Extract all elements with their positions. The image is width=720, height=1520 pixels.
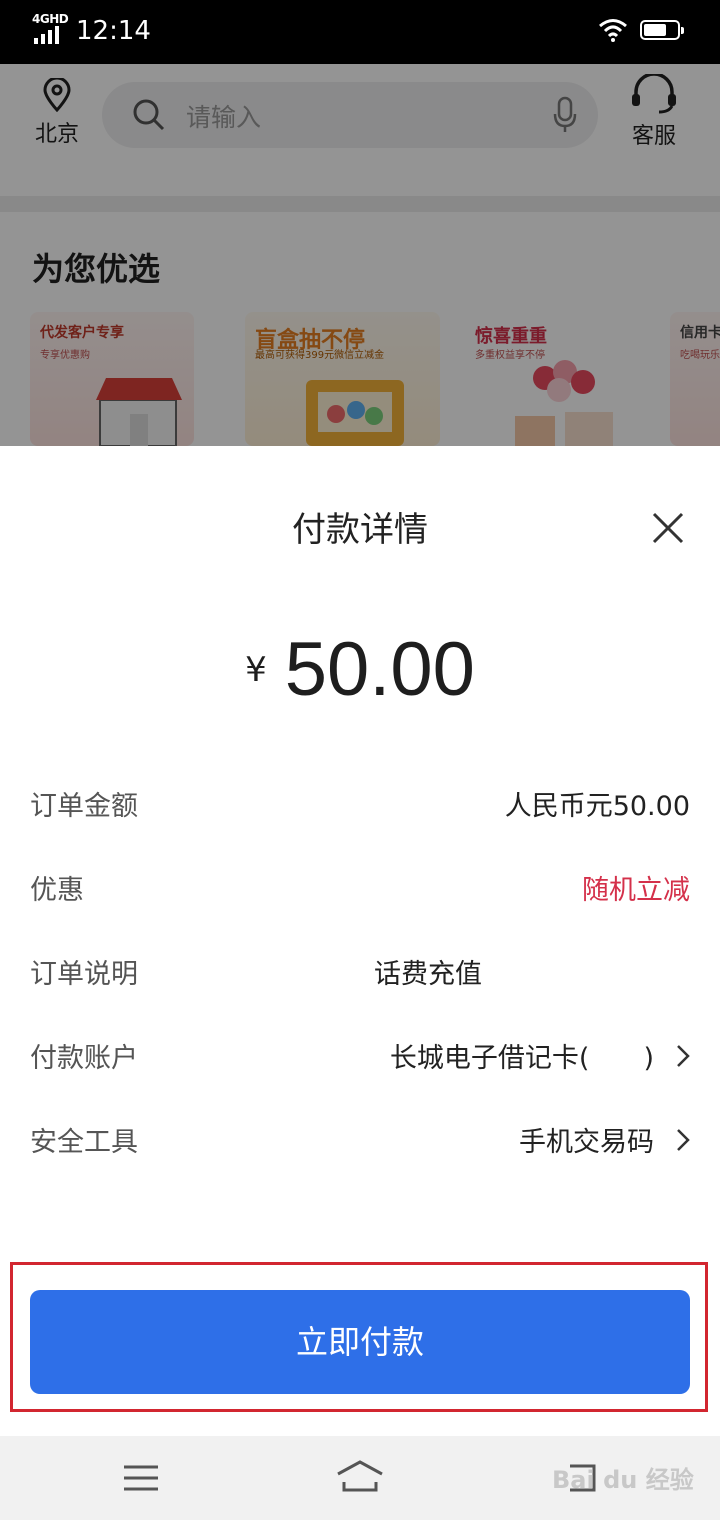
row-value: 话费充值 [374, 959, 482, 990]
wifi-icon [599, 19, 627, 42]
currency-symbol: ¥ [245, 649, 267, 690]
modal-overlay[interactable] [0, 64, 720, 446]
menu-icon[interactable] [124, 1464, 158, 1492]
amount-value: 50.00 [284, 627, 475, 712]
detail-row-security-tool[interactable]: 安全工具 手机交易码 [30, 1108, 690, 1168]
row-label: 安全工具 [30, 1127, 138, 1158]
row-value: 手机交易码 [519, 1127, 654, 1158]
row-value: 长城电子借记卡( ) [389, 1043, 654, 1074]
sheet-title: 付款详情 [292, 510, 428, 550]
detail-row-order-note: 订单说明 话费充值 [30, 940, 690, 1000]
row-label: 优惠 [30, 875, 84, 906]
status-bar: 4GHD 12:14 [0, 0, 720, 64]
row-label: 订单金额 [30, 791, 138, 822]
chevron-right-icon [677, 1129, 690, 1151]
detail-row-payment-account[interactable]: 付款账户 长城电子借记卡( ) [30, 1024, 690, 1084]
home-icon[interactable] [336, 1458, 384, 1494]
system-nav-bar: Bai du 经验 [0, 1436, 720, 1520]
network-type: 4GHD [32, 12, 69, 26]
payment-detail-sheet: 付款详情 ¥50.00 订单金额 人民币元50.00 优惠 随机立减 订单说明 … [0, 446, 720, 1436]
chevron-right-icon [677, 1045, 690, 1067]
watermark: Bai du 经验 [552, 1466, 694, 1494]
battery-icon [640, 20, 684, 40]
pay-now-button[interactable]: 立即付款 [30, 1290, 690, 1394]
detail-row-order-amount: 订单金额 人民币元50.00 [30, 772, 690, 832]
close-icon[interactable] [648, 508, 688, 548]
payment-amount: ¥50.00 [0, 626, 720, 713]
signal-icon [34, 26, 59, 44]
detail-row-discount: 优惠 随机立减 [30, 856, 690, 916]
row-value: 随机立减 [582, 875, 690, 906]
row-label: 付款账户 [30, 1043, 138, 1074]
status-time: 12:14 [76, 16, 151, 46]
row-value: 人民币元50.00 [504, 791, 690, 822]
row-label: 订单说明 [30, 959, 138, 990]
